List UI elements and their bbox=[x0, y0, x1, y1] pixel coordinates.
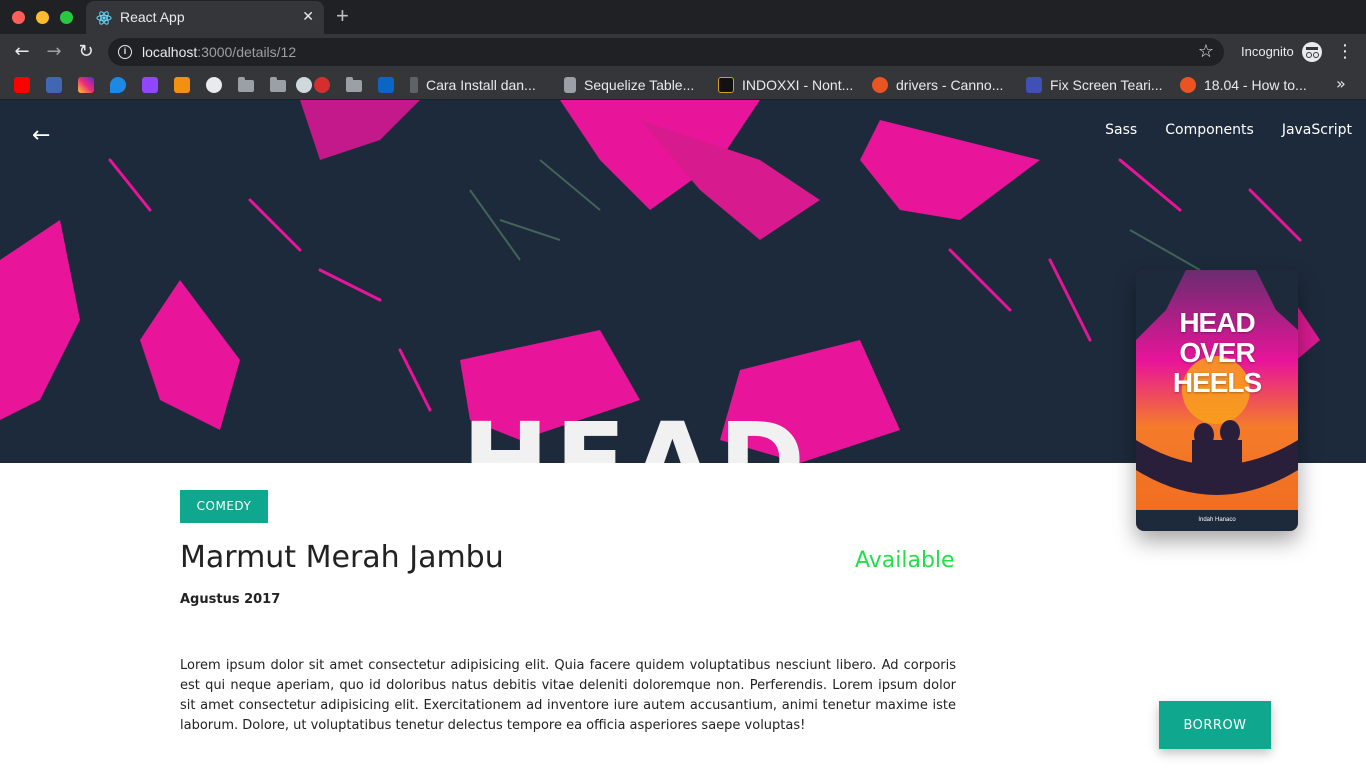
bookmark-5[interactable]: Fix Screen Teari... bbox=[1026, 76, 1163, 94]
bookmark-2[interactable]: Sequelize Table... bbox=[564, 76, 694, 94]
page-icon bbox=[410, 77, 418, 93]
app-icon bbox=[174, 77, 190, 93]
mascot-icon bbox=[314, 77, 330, 93]
release-date: Agustus 2017 bbox=[180, 592, 281, 607]
address-bar[interactable]: i localhost:3000/details/12 ☆ bbox=[108, 38, 1224, 66]
bookmark-label: 18.04 - How to... bbox=[1204, 77, 1307, 93]
twitch-bookmark[interactable] bbox=[142, 76, 158, 94]
facebook-icon bbox=[46, 77, 62, 93]
tab-title: React App bbox=[120, 9, 185, 25]
bookmark-4[interactable]: drivers - Canno... bbox=[872, 76, 1003, 94]
ask-ubuntu-icon bbox=[1180, 77, 1196, 93]
bookmark-3[interactable]: INDOXXI - Nont... bbox=[718, 76, 853, 94]
back-arrow-icon[interactable]: ← bbox=[32, 124, 56, 148]
globe-bookmark[interactable] bbox=[206, 76, 222, 94]
page-icon bbox=[564, 77, 576, 93]
mascot-icon bbox=[296, 77, 312, 93]
h-icon bbox=[1026, 77, 1042, 93]
url-path: :3000/details/12 bbox=[197, 44, 297, 60]
close-window-button[interactable] bbox=[12, 11, 25, 24]
site-info-icon[interactable]: i bbox=[118, 45, 132, 59]
nav-link-javascript[interactable]: JavaScript bbox=[1282, 122, 1352, 138]
ask-ubuntu-icon bbox=[872, 77, 888, 93]
folder-icon bbox=[238, 77, 254, 92]
bookmark-star-icon[interactable]: ☆ bbox=[1198, 41, 1214, 62]
folder-icon bbox=[270, 77, 286, 92]
instagram-bookmark[interactable] bbox=[78, 76, 94, 94]
url-host: localhost bbox=[142, 44, 198, 60]
bookmarks-bar: Cara Install dan... Sequelize Table... I… bbox=[0, 70, 1366, 100]
cover-author: Indah Hanaco bbox=[1198, 517, 1236, 523]
back-icon[interactable]: ← bbox=[10, 40, 34, 64]
linkedin-bookmark[interactable] bbox=[378, 76, 394, 94]
more-bookmarks-icon[interactable]: » bbox=[1336, 74, 1346, 93]
bookmark-label: Sequelize Table... bbox=[584, 77, 695, 93]
bookmark-6[interactable]: 18.04 - How to... bbox=[1180, 76, 1307, 94]
borrow-button[interactable]: BORROW bbox=[1159, 701, 1271, 749]
bookmark-label: drivers - Canno... bbox=[896, 77, 1004, 93]
folder-bookmark-1[interactable] bbox=[238, 76, 254, 94]
nav-link-sass[interactable]: Sass bbox=[1105, 122, 1137, 138]
mascot-bookmark[interactable] bbox=[296, 76, 330, 94]
bookmark-label: INDOXXI - Nont... bbox=[742, 77, 854, 93]
book-cover: HEAD OVER HEELS Indah Hanaco bbox=[1136, 270, 1298, 531]
bookmark-label: Cara Install dan... bbox=[426, 77, 536, 93]
top-navigation: Sass Components JavaScript bbox=[1105, 122, 1352, 138]
browser-menu-icon[interactable]: ⋮ bbox=[1336, 40, 1354, 64]
incognito-icon[interactable] bbox=[1302, 42, 1322, 62]
forward-icon[interactable]: → bbox=[42, 40, 66, 64]
hero-cover-text: HEAD bbox=[462, 400, 811, 463]
bookmark-label: Fix Screen Teari... bbox=[1050, 77, 1163, 93]
youtube-icon bbox=[14, 77, 30, 93]
maximize-window-button[interactable] bbox=[60, 11, 73, 24]
facebook-bookmark[interactable] bbox=[46, 76, 62, 94]
folder-icon bbox=[346, 77, 362, 92]
indoxxi-icon bbox=[718, 77, 734, 93]
linkedin-icon bbox=[378, 77, 394, 93]
book-title: Marmut Merah Jambu bbox=[180, 540, 504, 575]
new-tab-button[interactable]: + bbox=[336, 4, 349, 28]
youtube-bookmark[interactable] bbox=[14, 76, 30, 94]
browser-tab-bar: React App ✕ + bbox=[0, 0, 1366, 34]
reload-icon[interactable]: ↻ bbox=[74, 40, 98, 64]
minimize-window-button[interactable] bbox=[36, 11, 49, 24]
url-text[interactable]: localhost:3000/details/12 bbox=[142, 44, 296, 60]
incognito-label: Incognito bbox=[1241, 44, 1294, 59]
folder-bookmark-2[interactable] bbox=[270, 76, 286, 94]
browser-toolbar: ← → ↻ i localhost:3000/details/12 ☆ Inco… bbox=[0, 34, 1366, 70]
folder-bookmark-3[interactable] bbox=[346, 76, 362, 94]
genre-badge: COMEDY bbox=[180, 490, 268, 523]
browser-tab-active[interactable]: React App ✕ bbox=[86, 1, 324, 34]
cover-title: HEAD OVER HEELS bbox=[1172, 307, 1262, 398]
orange-app-bookmark[interactable] bbox=[174, 76, 190, 94]
instagram-icon bbox=[78, 77, 94, 93]
book-description: Lorem ipsum dolor sit amet consectetur a… bbox=[180, 658, 956, 733]
nav-link-components[interactable]: Components bbox=[1165, 122, 1254, 138]
twitch-icon bbox=[142, 77, 158, 93]
react-logo-icon bbox=[96, 11, 112, 25]
blue-app-bookmark[interactable] bbox=[110, 76, 126, 94]
app-icon bbox=[110, 77, 126, 93]
tab-close-icon[interactable]: ✕ bbox=[302, 9, 314, 25]
bookmark-1[interactable]: Cara Install dan... bbox=[410, 76, 536, 94]
availability-status: Available bbox=[855, 548, 955, 573]
globe-icon bbox=[206, 77, 222, 93]
